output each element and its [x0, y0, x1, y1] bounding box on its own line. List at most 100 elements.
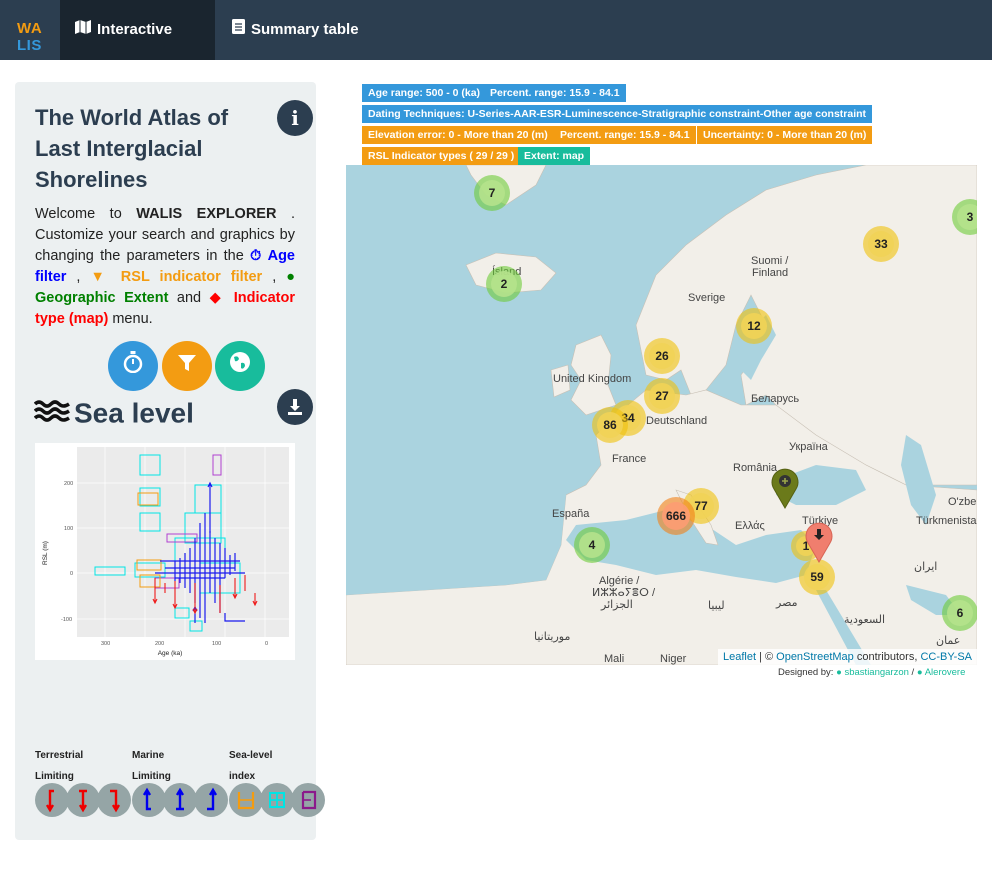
- plus-marker[interactable]: [770, 467, 800, 509]
- label-libya: ليبيا: [708, 600, 725, 612]
- interactive-map[interactable]: Ísland Suomi / Finland Sverige United Ki…: [346, 165, 977, 665]
- cluster-marker[interactable]: 33: [863, 226, 899, 262]
- age-range-badge: Age range: 500 - 0 (ka): [362, 84, 487, 102]
- download-button[interactable]: [277, 389, 313, 425]
- legend-terrestrial-2: Limiting: [35, 771, 74, 782]
- page-title: The World Atlas of Last Interglacial Sho…: [35, 105, 229, 192]
- cluster-marker[interactable]: 4: [574, 527, 610, 563]
- separator-2: ,: [262, 269, 287, 285]
- cluster-marker[interactable]: 7: [474, 175, 510, 211]
- sea-level-title: Sea level: [33, 395, 194, 431]
- label-algerie-2: ⵍⵣⵣⴰⵢⴻⵔ /: [592, 587, 656, 599]
- label-deutschland: Deutschland: [646, 415, 708, 427]
- label-algerie-3: الجزائر: [601, 599, 633, 611]
- sea-level-index-icon-1: [229, 783, 263, 817]
- rsl-filter-button[interactable]: [162, 341, 212, 391]
- stopwatch-icon: [123, 351, 143, 378]
- welcome-part-1: Welcome to: [35, 206, 137, 222]
- label-algerie-1: Algérie /: [599, 575, 640, 587]
- author-link-1[interactable]: sbastiangarzon: [844, 667, 908, 678]
- label-saudi: السعودية: [844, 614, 886, 626]
- label-oman: عمان: [936, 635, 961, 647]
- designed-sep: /: [908, 667, 917, 678]
- plot-ytick-100: 100: [64, 526, 73, 532]
- designed-by: Designed by: ● sbastiangarzon / ● Alerov…: [778, 667, 965, 678]
- cluster-marker[interactable]: 86: [592, 407, 628, 443]
- cluster-marker[interactable]: 6: [942, 595, 977, 631]
- osm-link[interactable]: OpenStreetMap: [776, 651, 854, 663]
- plot-ytick-200: 200: [64, 481, 73, 487]
- marine-limiting-icon-3: [194, 783, 228, 817]
- welcome-app-name: WALIS EXPLORER: [136, 206, 277, 222]
- designed-prefix: Designed by:: [778, 667, 837, 678]
- geographic-extent-button[interactable]: [215, 341, 265, 391]
- tab-interactive-map[interactable]: Interactive map: [60, 0, 215, 98]
- label-iran: ایران: [914, 561, 938, 573]
- cluster-marker[interactable]: 12: [736, 308, 772, 344]
- geo-extent-text: Geographic Extent: [35, 290, 169, 306]
- diamond-icon: ◆: [209, 290, 226, 306]
- marine-limiting-icon-2: [163, 783, 197, 817]
- plot-xtick-200: 200: [155, 641, 164, 647]
- extent-badge: Extent: map: [518, 147, 591, 165]
- brand-bottom: LIS: [17, 37, 42, 54]
- label-mali: Mali: [604, 653, 625, 665]
- cluster-marker[interactable]: 26: [644, 338, 680, 374]
- menu-text: menu.: [108, 311, 153, 327]
- legend-terrestrial-1: Terrestrial: [35, 750, 84, 761]
- plot-ytick-minus100: -100: [61, 617, 72, 623]
- author-link-2[interactable]: Alerovere: [925, 667, 966, 678]
- label-turkmenista: Türkmenista: [916, 515, 977, 527]
- terrestrial-limiting-icon-2: [66, 783, 100, 817]
- plot-ytick-0: 0: [70, 571, 73, 577]
- cluster-marker[interactable]: 59: [799, 559, 835, 595]
- brand-top: WA: [17, 20, 43, 37]
- tab-summary-table-label: Summary table: [251, 21, 359, 38]
- rsl-filter-text: RSL indicator filter: [120, 269, 263, 285]
- label-uk: United Kingdom: [553, 373, 632, 385]
- legend-sea-level: Sea-level index: [229, 745, 272, 787]
- dating-techniques-badge: Dating Techniques: U-Series-AAR-ESR-Lumi…: [362, 105, 873, 123]
- label-france: France: [612, 453, 647, 465]
- legend-marine: Marine Limiting: [132, 745, 171, 787]
- welcome-text: Welcome to WALIS EXPLORER . Customize yo…: [35, 204, 295, 330]
- sea-level-label: Sea level: [74, 397, 194, 429]
- tab-summary-table[interactable]: Summary table: [217, 0, 374, 60]
- plot-xlabel: Age (ka): [158, 650, 183, 657]
- filter-icon: ▼: [90, 269, 111, 285]
- leaflet-link[interactable]: Leaflet: [723, 651, 756, 663]
- attribution-sep: | ©: [756, 651, 777, 663]
- legend-marine-2: Limiting: [132, 771, 171, 782]
- label-ukraina: Україна: [789, 441, 828, 453]
- label-ellas: Ελλάς: [735, 520, 765, 532]
- water-icon: [33, 397, 70, 431]
- info-icon: i: [291, 106, 299, 130]
- label-misr: مصر: [776, 597, 798, 609]
- plot-ylabel: RSL (m): [42, 541, 49, 565]
- age-filter-button[interactable]: [108, 341, 158, 391]
- elevation-error-badge: Elevation error: 0 - More than 20 (m): [362, 126, 554, 144]
- plot-xtick-300: 300: [101, 641, 110, 647]
- cluster-marker[interactable]: 666: [657, 497, 695, 535]
- attribution-contributors: contributors,: [853, 651, 921, 663]
- globe-icon: ●: [286, 269, 295, 285]
- terrestrial-limiting-icon-3: [97, 783, 131, 817]
- license-link[interactable]: CC-BY-SA: [920, 651, 972, 663]
- and-text: and: [168, 290, 210, 306]
- label-mauritania: موريتانيا: [534, 631, 571, 643]
- legend-sea-level-2: index: [229, 771, 256, 782]
- navbar: WA LIS Interactive map Summary table: [0, 0, 992, 98]
- github-icon: ●: [836, 667, 842, 678]
- cluster-marker[interactable]: 27: [644, 378, 680, 414]
- map-icon: [75, 0, 91, 60]
- download-icon: [286, 399, 304, 421]
- funnel-icon: [177, 353, 197, 378]
- info-button[interactable]: i: [277, 100, 313, 136]
- sea-level-index-icon-2: [260, 783, 294, 817]
- brand-logo[interactable]: WA LIS: [0, 0, 60, 60]
- percent-range-badge-1: Percent. range: 15.9 - 84.1: [484, 84, 626, 102]
- label-espana: España: [552, 508, 590, 520]
- download-marker[interactable]: [804, 521, 834, 563]
- cluster-marker[interactable]: 2: [486, 266, 522, 302]
- sidebar: The World Atlas of Last Interglacial Sho…: [15, 82, 325, 840]
